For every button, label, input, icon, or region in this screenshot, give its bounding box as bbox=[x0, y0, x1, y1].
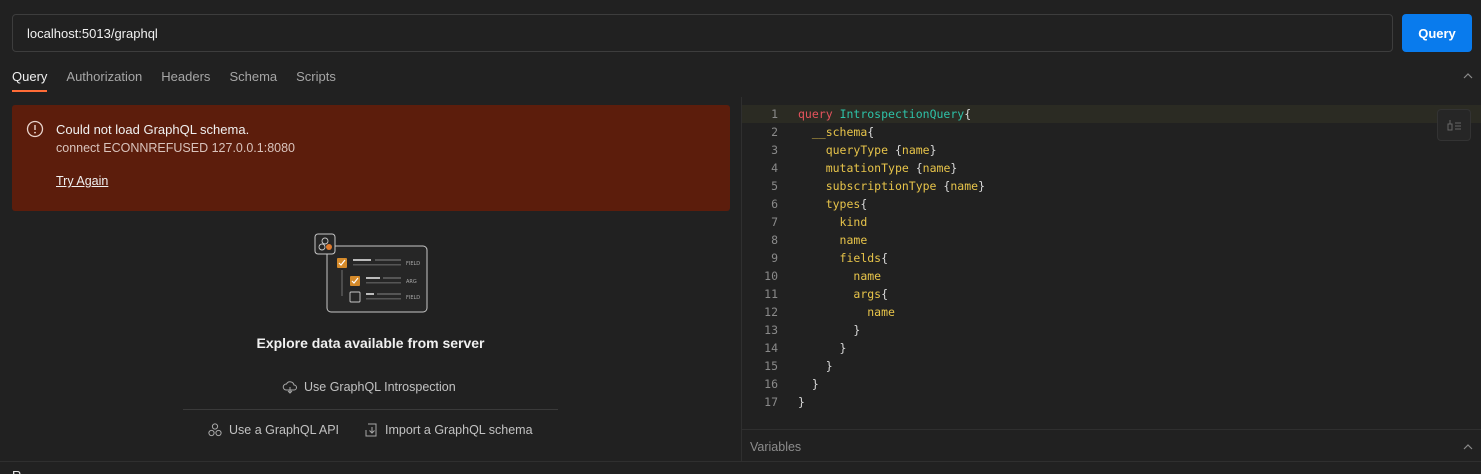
code-line: 11 args{ bbox=[764, 287, 889, 301]
use-graphql-api-label: Use a GraphQL API bbox=[229, 423, 340, 437]
use-graphql-api-button[interactable]: Use a GraphQL API bbox=[207, 422, 339, 438]
alert-circle-icon bbox=[26, 120, 44, 138]
use-introspection-button[interactable]: Use GraphQL Introspection bbox=[282, 379, 456, 395]
code-line: 14 } bbox=[764, 341, 847, 355]
field-label-1: FIELD bbox=[406, 261, 420, 267]
graphql-api-icon bbox=[208, 423, 222, 437]
url-input[interactable]: localhost:5013/graphql bbox=[12, 14, 1393, 52]
schema-error-banner: Could not load GraphQL schema. connect E… bbox=[12, 105, 730, 211]
request-tabs: Query Authorization Headers Schema Scrip… bbox=[12, 66, 355, 94]
tab-schema[interactable]: Schema bbox=[229, 66, 277, 92]
chevron-up-icon[interactable] bbox=[1463, 71, 1473, 81]
prettify-broom-icon bbox=[1447, 120, 1461, 131]
divider bbox=[183, 409, 558, 410]
code-line: 6 types{ bbox=[771, 197, 868, 211]
chevron-up-icon[interactable] bbox=[1463, 442, 1473, 452]
response-panel-header[interactable]: R bbox=[0, 461, 1481, 474]
code-line: 4 mutationType {name} bbox=[771, 161, 958, 175]
error-detail: connect ECONNREFUSED 127.0.0.1:8080 bbox=[56, 141, 296, 155]
code-line: 2 __schema{ bbox=[771, 125, 875, 139]
use-introspection-label: Use GraphQL Introspection bbox=[304, 380, 456, 394]
prettify-button[interactable] bbox=[1437, 109, 1471, 141]
tab-query[interactable]: Query bbox=[12, 66, 48, 92]
field-label-2: FIELD bbox=[406, 295, 420, 301]
url-text: localhost:5013/graphql bbox=[27, 25, 158, 41]
import-schema-button[interactable]: Import a GraphQL schema bbox=[363, 422, 533, 438]
code-line: 17} bbox=[764, 395, 805, 409]
schema-explorer-illustration: FIELD ARG FIELD bbox=[314, 233, 428, 313]
tab-headers[interactable]: Headers bbox=[161, 66, 210, 92]
schema-explorer-pane: Could not load GraphQL schema. connect E… bbox=[0, 97, 741, 461]
query-editor[interactable]: 1 query IntrospectionQuery{ 2 __schema{ 3… bbox=[742, 97, 1481, 429]
try-again-link[interactable]: Try Again bbox=[56, 174, 108, 188]
code-line: 16 } bbox=[764, 377, 819, 391]
code-line: 7 kind bbox=[771, 215, 868, 229]
variables-label: Variables bbox=[750, 440, 802, 454]
response-label: R bbox=[12, 468, 21, 474]
import-schema-label: Import a GraphQL schema bbox=[385, 423, 533, 437]
code-line: 13 } bbox=[764, 323, 861, 337]
code-line: 15 } bbox=[764, 359, 833, 373]
cloud-introspection-icon bbox=[282, 381, 297, 394]
query-button[interactable]: Query bbox=[1402, 14, 1472, 52]
code-line: 12 name bbox=[764, 305, 895, 319]
error-title: Could not load GraphQL schema. bbox=[56, 122, 250, 137]
code-line: 10 name bbox=[764, 269, 882, 283]
tab-authorization[interactable]: Authorization bbox=[66, 66, 142, 92]
code-line: 8 name bbox=[771, 233, 868, 247]
code-line: 1 query IntrospectionQuery{ bbox=[742, 105, 1481, 123]
code-line: 3 queryType {name} bbox=[771, 143, 937, 157]
arg-label: ARG bbox=[406, 279, 417, 285]
variables-panel[interactable]: Variables bbox=[742, 429, 1481, 461]
code-line: 5 subscriptionType {name} bbox=[771, 179, 985, 193]
import-icon bbox=[365, 423, 377, 437]
tab-scripts[interactable]: Scripts bbox=[296, 66, 336, 92]
explore-title: Explore data available from server bbox=[256, 335, 485, 351]
code-line: 9 fields{ bbox=[771, 251, 889, 265]
